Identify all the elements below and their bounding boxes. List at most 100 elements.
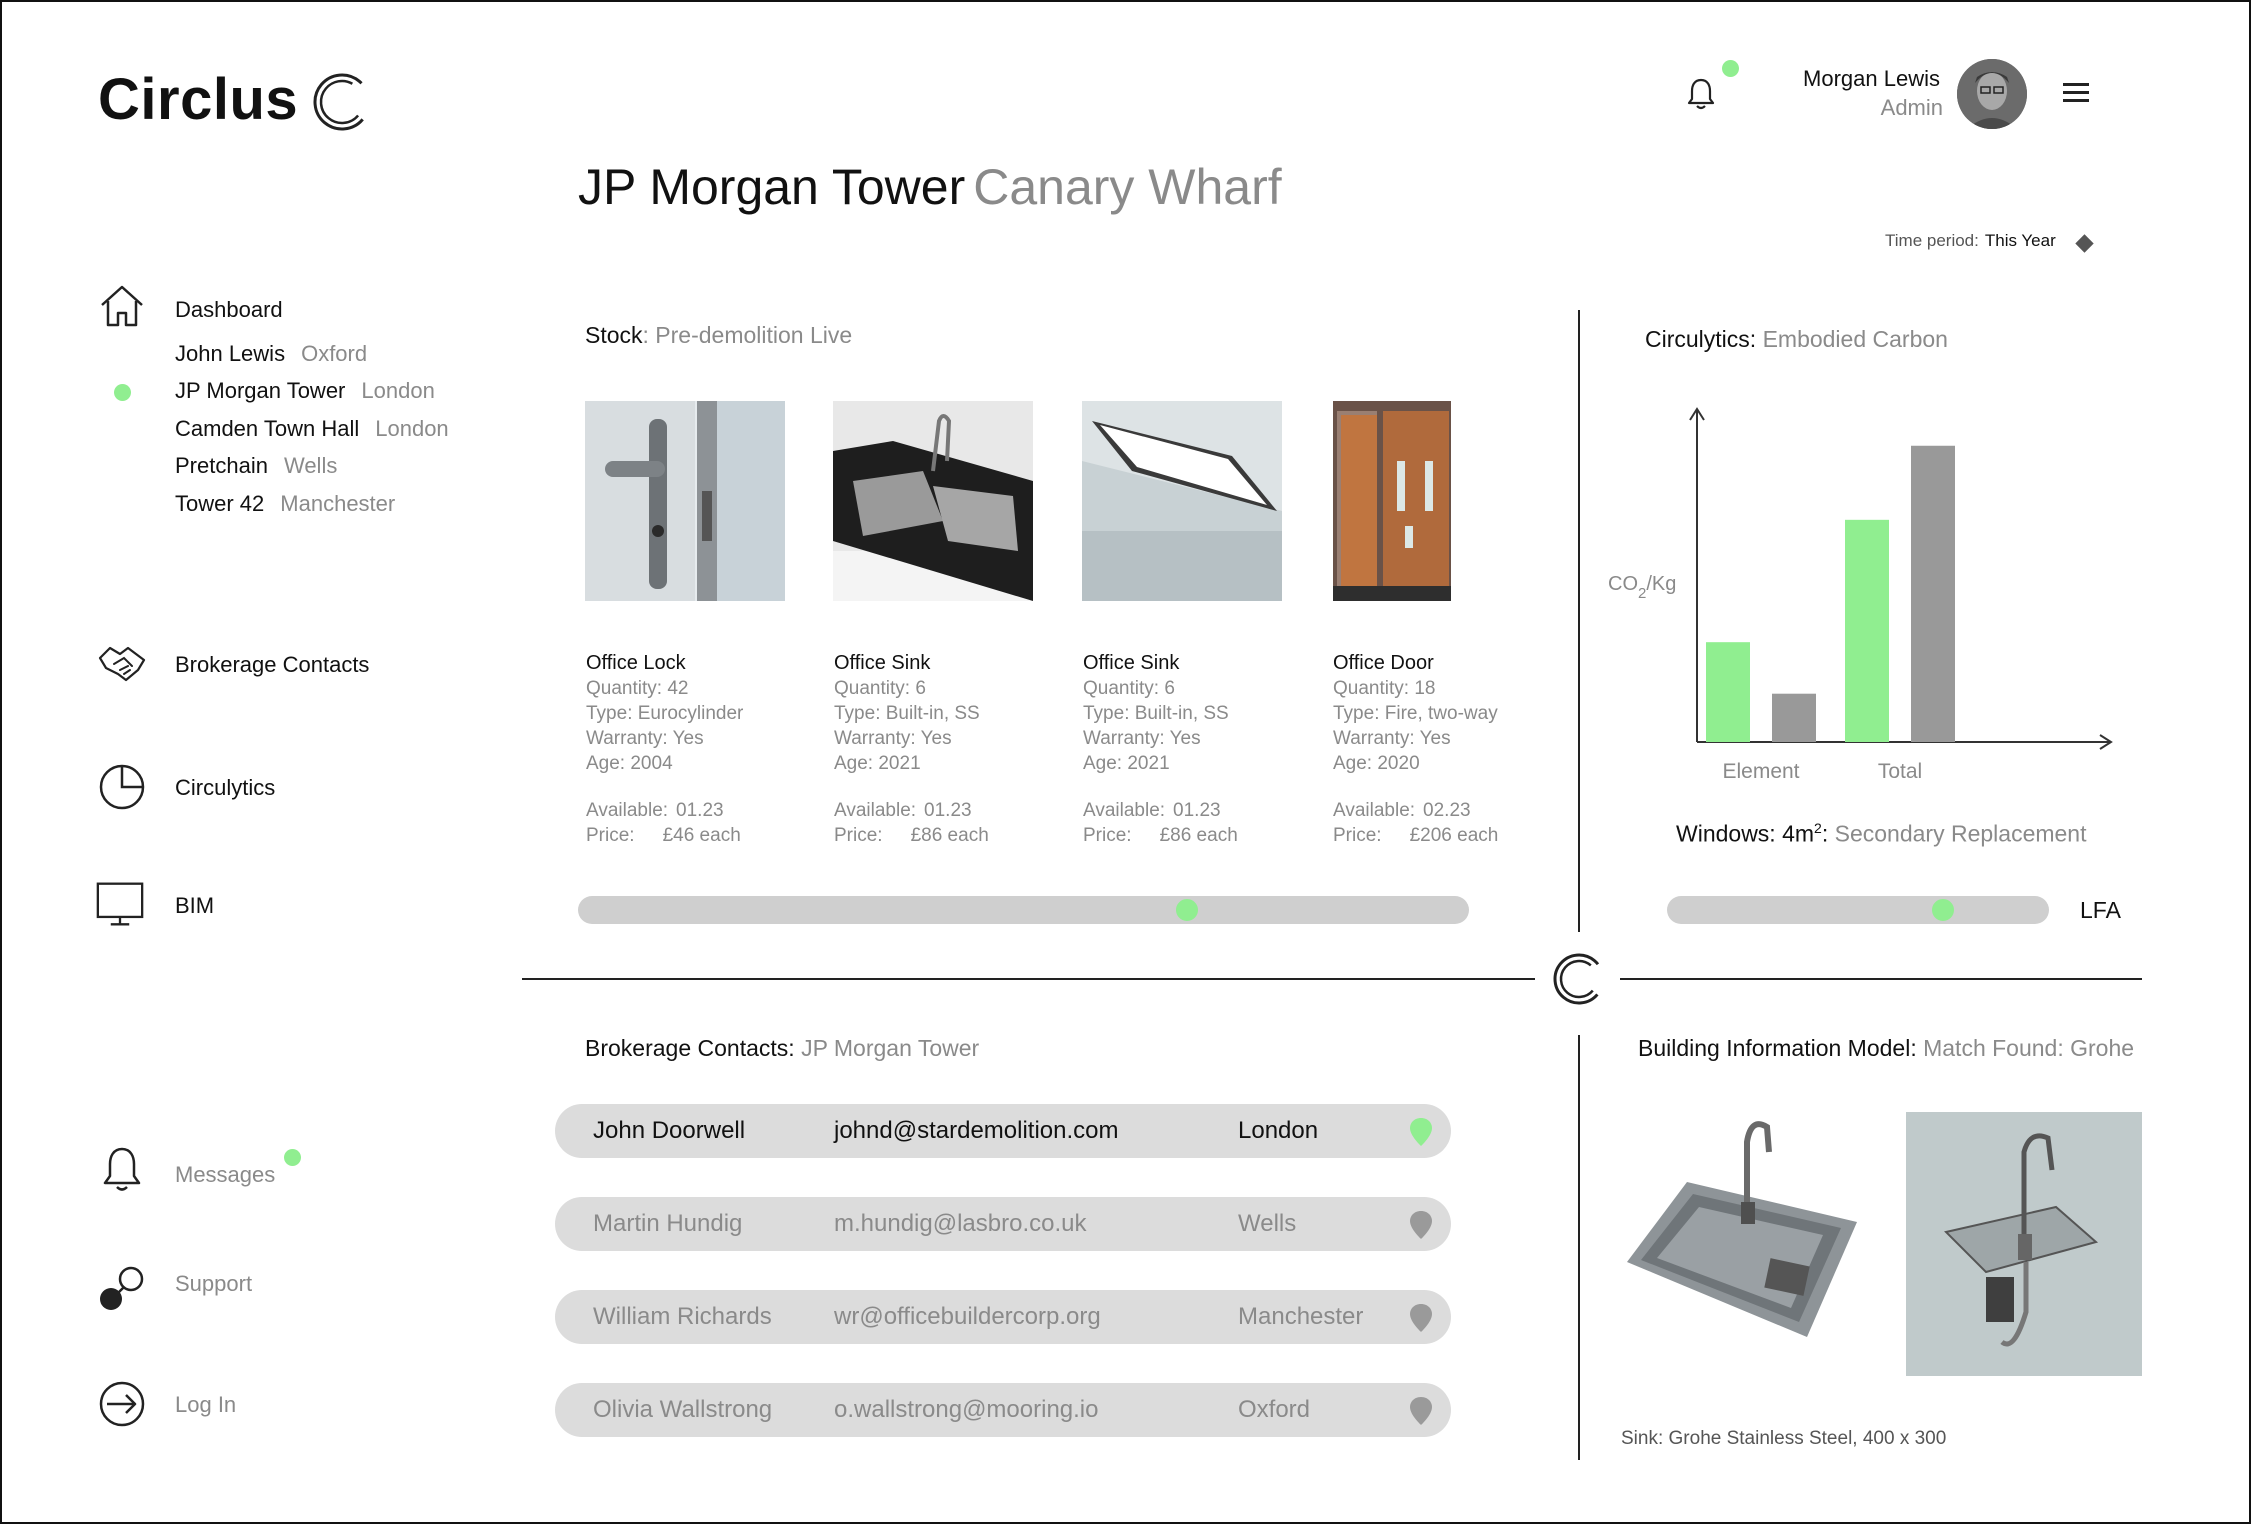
stock-item-age: Age: 2004 (586, 753, 673, 774)
avatar-portrait-icon (1957, 59, 2027, 129)
stock-item-warranty: Warranty: Yes (834, 728, 952, 749)
lfa-slider-handle[interactable] (1929, 896, 1957, 924)
contact-city: Oxford (1238, 1396, 1311, 1423)
door-lock-icon (585, 401, 785, 601)
contact-email[interactable]: wr@officebuildercorp.org (834, 1303, 1101, 1331)
lfa-slider[interactable] (1667, 896, 2049, 924)
stock-item-name: Office Sink (1083, 652, 1180, 674)
contact-email[interactable]: m.hundig@lasbro.co.uk (834, 1210, 1087, 1238)
sidebar-item-bim[interactable]: BIM (175, 893, 214, 919)
stock-item-type: Type: Built-in, SS (834, 703, 980, 724)
bim-sink-image[interactable] (1617, 1112, 1867, 1352)
vertical-divider-bottom (1578, 1035, 1580, 1460)
contact-row-martin-hundig[interactable]: Martin Hundig m.hundig@lasbro.co.uk Well… (555, 1197, 1451, 1251)
sidebar-project-jp-morgan-tower[interactable]: JP Morgan Tower London (175, 378, 435, 404)
stock-scroll-slider[interactable] (578, 896, 1469, 924)
home-icon[interactable] (98, 283, 146, 331)
contact-row-john-doorwell[interactable]: John Doorwell johnd@stardemolition.com L… (555, 1104, 1451, 1158)
location-pin-icon[interactable] (1408, 1302, 1434, 1334)
horizontal-divider-right (1620, 978, 2142, 980)
stainless-sink-icon (1617, 1112, 1867, 1352)
stock-image-office-lock[interactable] (585, 401, 785, 601)
sidebar-project-john-lewis[interactable]: John Lewis Oxford (175, 341, 367, 367)
stock-item-type: Type: Eurocylinder (586, 703, 744, 724)
time-period-select[interactable]: Time period: This Year (1885, 231, 2056, 251)
support-icon[interactable] (98, 1265, 146, 1313)
x-tick-label-element: Element (1722, 760, 1799, 783)
stock-live-status: Live (810, 322, 853, 348)
contact-row-olivia-wallstrong[interactable]: Olivia Wallstrong o.wallstrong@mooring.i… (555, 1383, 1451, 1437)
bar-element-0 (1706, 642, 1750, 742)
contact-row-william-richards[interactable]: William Richards wr@officebuildercorp.or… (555, 1290, 1451, 1344)
stock-card-office-sink-2[interactable]: Office Sink Quantity: 6 Type: Built-in, … (1083, 651, 1313, 848)
avatar[interactable] (1957, 59, 2027, 129)
circlus-divider-logo-icon (1553, 953, 1605, 1005)
stock-item-quantity: Quantity: 18 (1333, 678, 1436, 699)
stock-item-age: Age: 2021 (1083, 753, 1170, 774)
contact-email[interactable]: o.wallstrong@mooring.io (834, 1396, 1098, 1424)
sidebar-item-circulytics[interactable]: Circulytics (175, 775, 275, 801)
page-subtitle: Canary Wharf (973, 159, 1282, 215)
sidebar-item-messages[interactable]: Messages (175, 1162, 275, 1188)
sidebar-item-dashboard[interactable]: Dashboard (175, 297, 283, 323)
vertical-divider-top (1578, 310, 1580, 932)
door-photo-icon (1333, 401, 1451, 601)
notification-bell-icon[interactable] (1684, 76, 1718, 112)
bim-caption: Sink: Grohe Stainless Steel, 400 x 300 (1621, 1428, 1947, 1449)
stock-card-office-lock[interactable]: Office Lock Quantity: 42 Type: Eurocylin… (586, 651, 816, 848)
stock-item-price: Price: £86 each (1083, 825, 1238, 846)
stock-item-available: Available: 01.23 (834, 800, 972, 821)
monitor-icon[interactable] (96, 880, 144, 928)
location-pin-icon[interactable] (1408, 1116, 1434, 1148)
stock-title: Stock: Pre-demolition Live (585, 322, 853, 348)
stock-slider-handle[interactable] (1173, 896, 1201, 924)
sidebar-project-tower-42[interactable]: Tower 42 Manchester (175, 491, 395, 517)
stock-item-warranty: Warranty: Yes (1333, 728, 1451, 749)
sidebar-project-pretchain[interactable]: Pretchain Wells (175, 453, 337, 479)
stock-item-available: Available: 02.23 (1333, 800, 1471, 821)
sidebar-item-brokerage-contacts[interactable]: Brokerage Contacts (175, 652, 369, 678)
stock-item-available: Available: 01.23 (586, 800, 724, 821)
location-pin-icon[interactable] (1408, 1395, 1434, 1427)
stock-image-office-door[interactable] (1333, 401, 1451, 601)
contact-email[interactable]: johnd@stardemolition.com (834, 1117, 1119, 1145)
brokerage-title: Brokerage Contacts: JP Morgan Tower (585, 1035, 980, 1061)
stock-item-price: Price: £46 each (586, 825, 741, 846)
hamburger-menu-icon[interactable] (2063, 83, 2089, 103)
messages-dot (284, 1149, 301, 1166)
sidebar-project-camden-town-hall[interactable]: Camden Town Hall London (175, 416, 449, 442)
app-logo-text: Circlus (98, 67, 299, 132)
stock-item-age: Age: 2020 (1333, 753, 1420, 774)
faucet-model-icon (1906, 1112, 2142, 1376)
login-icon[interactable] (98, 1380, 146, 1428)
contact-name: Martin Hundig (593, 1210, 743, 1237)
stock-image-office-sink-2[interactable] (1082, 401, 1282, 601)
circulytics-title: Circulytics: Embodied Carbon (1645, 326, 1948, 352)
bim-model-image[interactable] (1906, 1112, 2142, 1376)
contact-city: Wells (1238, 1210, 1297, 1237)
embodied-carbon-chart: CO2/Kg Element Total (1608, 407, 2113, 783)
bim-title: Building Information Model: Match Found:… (1638, 1035, 2135, 1061)
sidebar-item-log-in[interactable]: Log In (175, 1392, 236, 1418)
ceiling-light-icon (1082, 401, 1282, 601)
stock-item-name: Office Sink (834, 652, 931, 674)
stock-item-name: Office Door (1333, 652, 1434, 674)
stock-item-quantity: Quantity: 6 (834, 678, 926, 699)
handshake-icon[interactable] (98, 640, 146, 688)
sidebar-item-support[interactable]: Support (175, 1271, 252, 1297)
stock-card-office-door[interactable]: Office Door Quantity: 18 Type: Fire, two… (1333, 651, 1563, 848)
contact-name: Olivia Wallstrong (593, 1396, 773, 1423)
pie-chart-icon[interactable] (98, 763, 146, 811)
location-pin-icon[interactable] (1408, 1209, 1434, 1241)
stock-image-office-sink-1[interactable] (833, 401, 1033, 601)
horizontal-divider-left (522, 978, 1535, 980)
stock-card-office-sink-1[interactable]: Office Sink Quantity: 6 Type: Built-in, … (834, 651, 1064, 848)
sink-photo-icon (833, 401, 1033, 601)
y-axis-label: CO2/Kg (1608, 573, 1676, 602)
windows-replacement-label: Windows: 4m2: Secondary Replacement (1676, 820, 2087, 847)
stock-item-quantity: Quantity: 42 (586, 678, 689, 699)
contact-city: Manchester (1238, 1303, 1364, 1330)
contact-city: London (1238, 1117, 1319, 1144)
bell-icon[interactable] (98, 1145, 146, 1193)
user-role: Admin (1880, 95, 1943, 120)
